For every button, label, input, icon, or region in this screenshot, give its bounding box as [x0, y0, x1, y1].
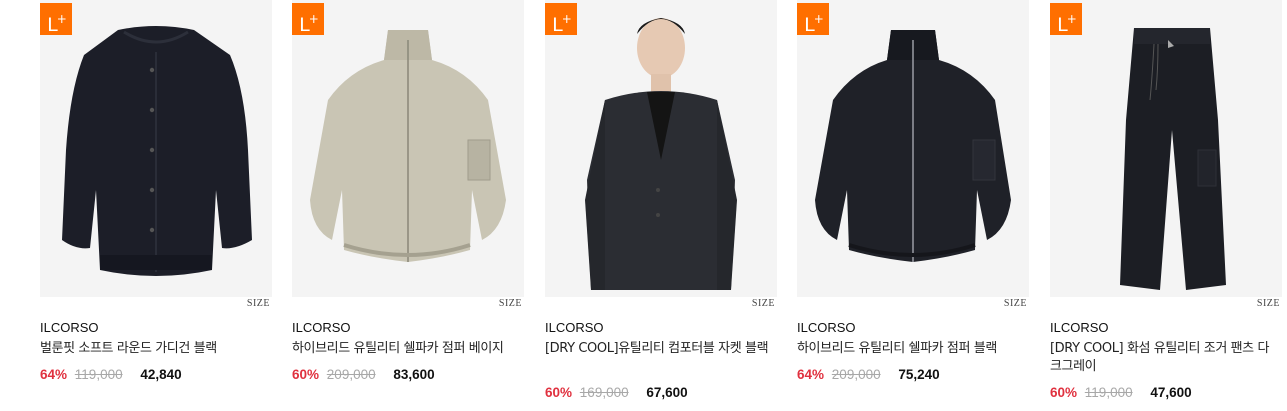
- product-name[interactable]: 하이브리드 유틸리티 쉘파카 점퍼 블랙: [797, 340, 1022, 358]
- original-price: 169,000: [579, 385, 629, 400]
- size-tag[interactable]: SIZE: [1004, 298, 1027, 309]
- product-card[interactable]: L+ SIZE ILCORSO 벌룬핏 소프트 라운드 가디건 블랙 64% 1…: [40, 0, 272, 382]
- product-name[interactable]: 하이브리드 유틸리티 쉘파카 점퍼 베이지: [292, 340, 517, 358]
- lplus-badge-icon: L+: [1050, 3, 1082, 36]
- product-image[interactable]: L+: [1050, 0, 1282, 297]
- product-image[interactable]: L+: [40, 0, 272, 297]
- jumper-illustration: [797, 0, 1029, 297]
- discount-rate: 60%: [545, 385, 573, 400]
- product-image[interactable]: L+: [545, 0, 777, 297]
- product-image[interactable]: L+: [797, 0, 1029, 297]
- product-card[interactable]: L+ SIZE ILCORSO 하이브리드 유틸리티 쉘파카 점퍼 블랙 64%…: [797, 0, 1029, 382]
- brand-name[interactable]: ILCORSO: [797, 320, 856, 335]
- sale-price: 83,600: [393, 367, 435, 382]
- lplus-badge-icon: L+: [292, 3, 324, 36]
- discount-rate: 64%: [40, 367, 68, 382]
- price-row: 64% 209,000 75,240: [797, 367, 940, 382]
- price-row: 60% 209,000 83,600: [292, 367, 435, 382]
- brand-name[interactable]: ILCORSO: [40, 320, 99, 335]
- discount-rate: 60%: [292, 367, 320, 382]
- cardigan-illustration: [40, 0, 272, 297]
- original-price: 209,000: [831, 367, 881, 382]
- sale-price: 75,240: [898, 367, 940, 382]
- product-name[interactable]: 벌룬핏 소프트 라운드 가디건 블랙: [40, 340, 265, 358]
- lplus-badge-icon: L+: [40, 3, 72, 36]
- brand-name[interactable]: ILCORSO: [545, 320, 604, 335]
- sale-price: 67,600: [646, 385, 688, 400]
- product-grid: L+ SIZE ILCORSO 벌룬핏 소프트 라운드 가디건 블랙 64% 1…: [0, 0, 1287, 411]
- product-card[interactable]: L+ SIZE ILCORSO [DRY COOL] 화섬 유틸리티 조거 팬츠…: [1050, 0, 1282, 400]
- price-row: 64% 119,000 42,840: [40, 367, 182, 382]
- brand-name[interactable]: ILCORSO: [1050, 320, 1109, 335]
- lplus-badge-icon: L+: [545, 3, 577, 36]
- model-blazer-illustration: [545, 0, 777, 297]
- original-price: 209,000: [326, 367, 376, 382]
- lplus-badge-icon: L+: [797, 3, 829, 36]
- price-row: 60% 119,000 47,600: [1050, 385, 1192, 400]
- discount-rate: 60%: [1050, 385, 1078, 400]
- size-tag[interactable]: SIZE: [1257, 298, 1280, 309]
- product-name[interactable]: [DRY COOL] 화섬 유틸리티 조거 팬츠 다크그레이: [1050, 340, 1275, 376]
- brand-name[interactable]: ILCORSO: [292, 320, 351, 335]
- product-name[interactable]: [DRY COOL]유틸리티 컴포터블 자켓 블랙: [545, 340, 770, 358]
- size-tag[interactable]: SIZE: [752, 298, 775, 309]
- discount-rate: 64%: [797, 367, 825, 382]
- price-row: 60% 169,000 67,600: [545, 385, 688, 400]
- original-price: 119,000: [74, 367, 123, 382]
- pants-illustration: [1050, 0, 1282, 297]
- jumper-illustration: [292, 0, 524, 297]
- sale-price: 42,840: [140, 367, 182, 382]
- product-image[interactable]: L+: [292, 0, 524, 297]
- sale-price: 47,600: [1150, 385, 1192, 400]
- size-tag[interactable]: SIZE: [247, 298, 270, 309]
- size-tag[interactable]: SIZE: [499, 298, 522, 309]
- product-card[interactable]: L+ SIZE ILCORSO [DRY COOL]유틸리티 컴포터블 자켓 블…: [545, 0, 777, 400]
- original-price: 119,000: [1084, 385, 1133, 400]
- product-card[interactable]: L+ SIZE ILCORSO 하이브리드 유틸리티 쉘파카 점퍼 베이지 60…: [292, 0, 524, 382]
